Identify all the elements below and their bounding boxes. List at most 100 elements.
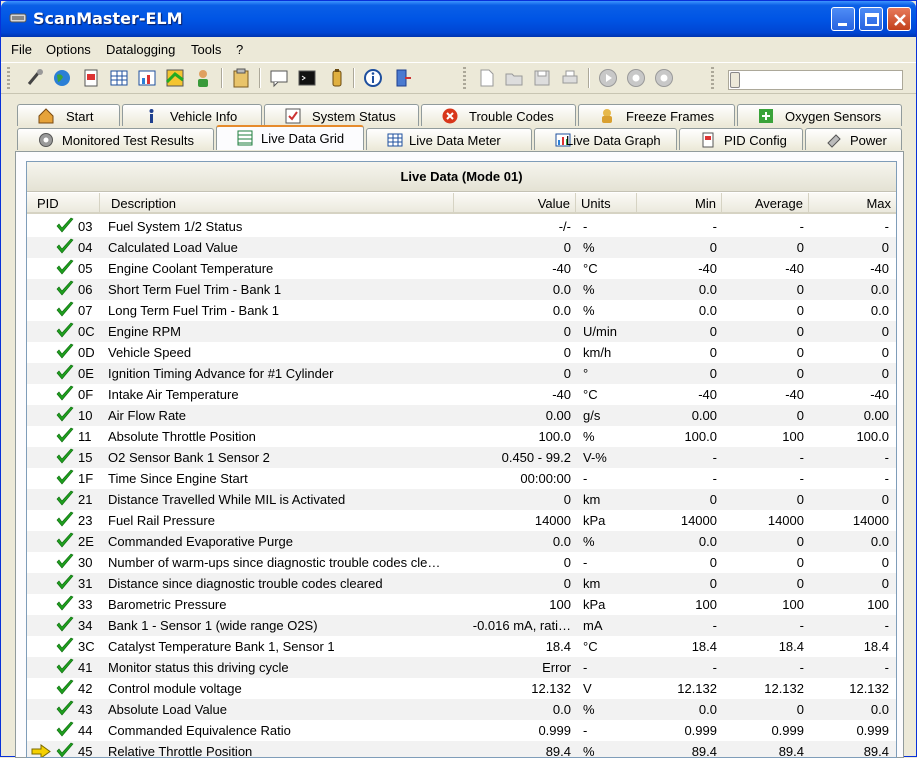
- table-row[interactable]: 10 Air Flow Rate 0.00 g/s 0.00 0 0.00: [27, 405, 896, 426]
- minimize-button[interactable]: [831, 7, 855, 31]
- max-cell: -40: [870, 387, 889, 402]
- units-cell: kPa: [583, 513, 606, 528]
- tab-live-data-grid[interactable]: Live Data Grid: [216, 125, 364, 150]
- min-cell: -: [712, 618, 717, 633]
- toolbar-separator: [588, 68, 590, 88]
- table-row[interactable]: 44 Commanded Equivalence Ratio 0.999-0.999…: [27, 720, 896, 741]
- toolbar-grip[interactable]: [711, 67, 714, 89]
- description-cell: Air Flow Rate: [108, 408, 187, 423]
- play-icon[interactable]: [598, 68, 618, 88]
- max-cell: 0.0: [870, 282, 889, 297]
- header-pid[interactable]: PID: [27, 193, 100, 214]
- table-row[interactable]: 2E Commanded Evaporative Purge 0.0% 0.0 0 0.0: [27, 531, 896, 552]
- header-value[interactable]: Value: [454, 193, 576, 214]
- table-row[interactable]: 04 Calculated Load Value 0% 0 0 0: [27, 237, 896, 258]
- value-cell: 0: [563, 240, 571, 255]
- tab-monitored-test-results[interactable]: Monitored Test Results: [17, 128, 214, 150]
- menu-datalogging[interactable]: Datalogging: [106, 42, 175, 57]
- min-cell: 0: [709, 324, 717, 339]
- table-icon[interactable]: [109, 68, 129, 88]
- header-units[interactable]: Units: [576, 193, 637, 214]
- menu-options[interactable]: Options: [46, 42, 91, 57]
- min-cell: 100: [695, 597, 717, 612]
- pid-cell: 1F: [78, 471, 94, 486]
- description-cell: Absolute Throttle Position: [108, 429, 256, 444]
- table-row[interactable]: 23 Fuel Rail Pressure 14000 kPa 14000 14000 14…: [27, 510, 896, 531]
- table-row[interactable]: 1F Time Since Engine Start 00:00:00- - - -: [27, 468, 896, 489]
- tab-pid-config[interactable]: PID Config: [679, 128, 803, 150]
- chart-icon[interactable]: [137, 68, 157, 88]
- header-average[interactable]: Average: [722, 193, 809, 214]
- pause-icon[interactable]: [626, 68, 646, 88]
- table-row[interactable]: 30 Number of warm-ups since diagnostic tr…: [27, 552, 896, 573]
- tab-live-data-graph[interactable]: Live Data Graph: [534, 128, 677, 150]
- map-icon[interactable]: [165, 68, 185, 88]
- user-icon[interactable]: [193, 68, 213, 88]
- header-max[interactable]: Max: [809, 193, 896, 214]
- table-row[interactable]: 0E Ignition Timing Advance for #1 Cylinde…: [27, 363, 896, 384]
- info-icon[interactable]: [363, 68, 383, 88]
- table-row[interactable]: 06 Short Term Fuel Trim - Bank 1 0.0% 0.0 0 0…: [27, 279, 896, 300]
- pid-cell: 15: [78, 450, 93, 465]
- header-description[interactable]: Description: [100, 193, 454, 214]
- table-row[interactable]: 0D Vehicle Speed 0 km/h 0 0 0: [27, 342, 896, 363]
- tab-freeze-frames[interactable]: Freeze Frames: [578, 104, 735, 126]
- min-cell: -40: [698, 261, 717, 276]
- table-row[interactable]: 05 Engine Coolant Temperature -40 °C -40 -40 -…: [27, 258, 896, 279]
- table-row[interactable]: 45 Relative Throttle Position 89.4% 89.4 89.…: [27, 741, 896, 757]
- checkmark-icon: [56, 679, 74, 695]
- units-cell: %: [583, 429, 595, 444]
- document-icon[interactable]: [81, 68, 101, 88]
- table-row[interactable]: 34 Bank 1 - Sensor 1 (wide range O2S) -0.0…: [27, 615, 896, 636]
- tab-label: Trouble Codes: [469, 109, 554, 124]
- menu-file[interactable]: File: [11, 42, 32, 57]
- table-row[interactable]: 41 Monitor status this driving cycle Error…: [27, 657, 896, 678]
- tab-trouble-codes[interactable]: Trouble Codes: [421, 104, 576, 126]
- chat-icon[interactable]: [269, 68, 289, 88]
- toolbar-grip[interactable]: [7, 67, 10, 89]
- table-row[interactable]: 42 Control module voltage 12.132 V 12.132 12.…: [27, 678, 896, 699]
- table-row[interactable]: 0F Intake Air Temperature -40 °C -40 -40 -40: [27, 384, 896, 405]
- table-row[interactable]: 3C Catalyst Temperature Bank 1, Sensor 1 1…: [27, 636, 896, 657]
- exit-icon[interactable]: [393, 68, 413, 88]
- playback-slider[interactable]: [728, 70, 903, 90]
- menu-help[interactable]: ?: [236, 42, 243, 57]
- clipboard-icon[interactable]: [231, 68, 251, 88]
- table-row[interactable]: 15 O2 Sensor Bank 1 Sensor 2 0.450 - 99.2 V…: [27, 447, 896, 468]
- table-row[interactable]: 07 Long Term Fuel Trim - Bank 1 0.0% 0.0 0 0.…: [27, 300, 896, 321]
- table-row[interactable]: 11 Absolute Throttle Position 100.0% 100.0 1…: [27, 426, 896, 447]
- toolbar-separator: [353, 68, 355, 88]
- table-row[interactable]: 03 Fuel System 1/2 Status -/- - - - -: [27, 216, 896, 237]
- units-cell: °: [583, 366, 589, 381]
- table-row[interactable]: 21 Distance Travelled While MIL is Activa…: [27, 489, 896, 510]
- tab-power[interactable]: Power: [805, 128, 902, 150]
- tab-system-status[interactable]: System Status: [264, 104, 419, 126]
- header-min[interactable]: Min: [637, 193, 722, 214]
- new-file-icon[interactable]: [477, 68, 497, 88]
- table-row[interactable]: 33 Barometric Pressure 100 kPa 100 100 100: [27, 594, 896, 615]
- open-folder-icon[interactable]: [504, 68, 524, 88]
- save-icon[interactable]: [532, 68, 552, 88]
- tab-label: Vehicle Info: [170, 109, 238, 124]
- close-button[interactable]: [887, 7, 911, 31]
- playback-slider-thumb[interactable]: [730, 72, 740, 88]
- toolbar-grip[interactable]: [463, 67, 466, 89]
- tab-live-data-meter[interactable]: Live Data Meter: [366, 128, 532, 150]
- tab-vehicle-info[interactable]: Vehicle Info: [122, 104, 262, 126]
- battery-icon[interactable]: [327, 68, 347, 88]
- terminal-icon[interactable]: [297, 68, 317, 88]
- maximize-button[interactable]: [859, 7, 883, 31]
- value-cell: -40: [552, 387, 571, 402]
- globe-icon[interactable]: [52, 68, 72, 88]
- max-cell: 0: [881, 366, 889, 381]
- tab-oxygen-sensors[interactable]: Oxygen Sensors: [737, 104, 902, 126]
- stop-icon[interactable]: [654, 68, 674, 88]
- title-bar[interactable]: ScanMaster-ELM: [1, 1, 916, 37]
- menu-tools[interactable]: Tools: [191, 42, 221, 57]
- table-row[interactable]: 43 Absolute Load Value 0.0% 0.0 0 0.0: [27, 699, 896, 720]
- table-row[interactable]: 0C Engine RPM 0 U/min 0 0 0: [27, 321, 896, 342]
- tab-start[interactable]: Start: [17, 104, 120, 126]
- print-icon[interactable]: [560, 68, 580, 88]
- connect-icon[interactable]: [25, 68, 45, 88]
- table-row[interactable]: 31 Distance since diagnostic trouble code…: [27, 573, 896, 594]
